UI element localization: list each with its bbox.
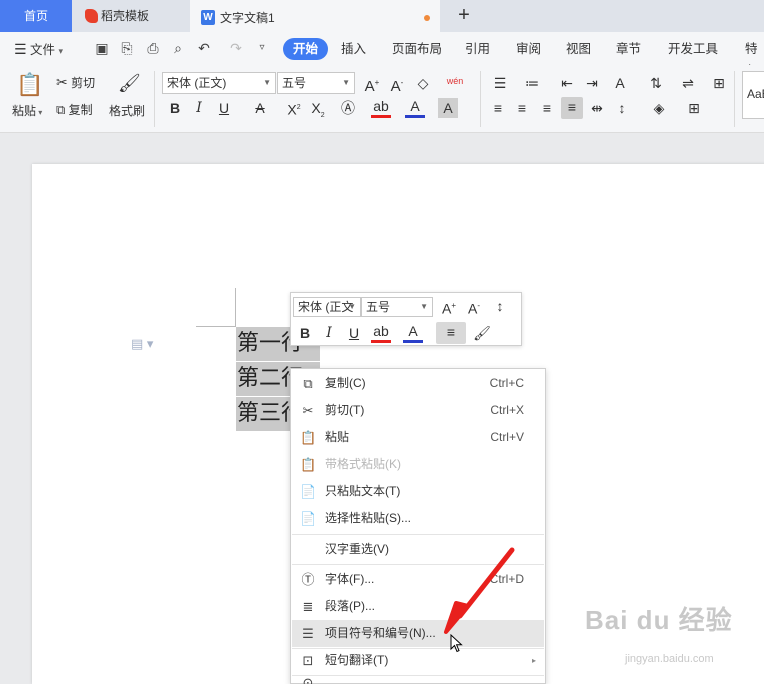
arrow-head <box>444 601 470 634</box>
mouse-pointer-icon <box>450 634 463 653</box>
baidu-watermark-url: jingyan.baidu.com <box>625 653 714 665</box>
annotation-arrow <box>444 547 515 634</box>
baidu-watermark: Bai du 经验 <box>585 605 733 635</box>
